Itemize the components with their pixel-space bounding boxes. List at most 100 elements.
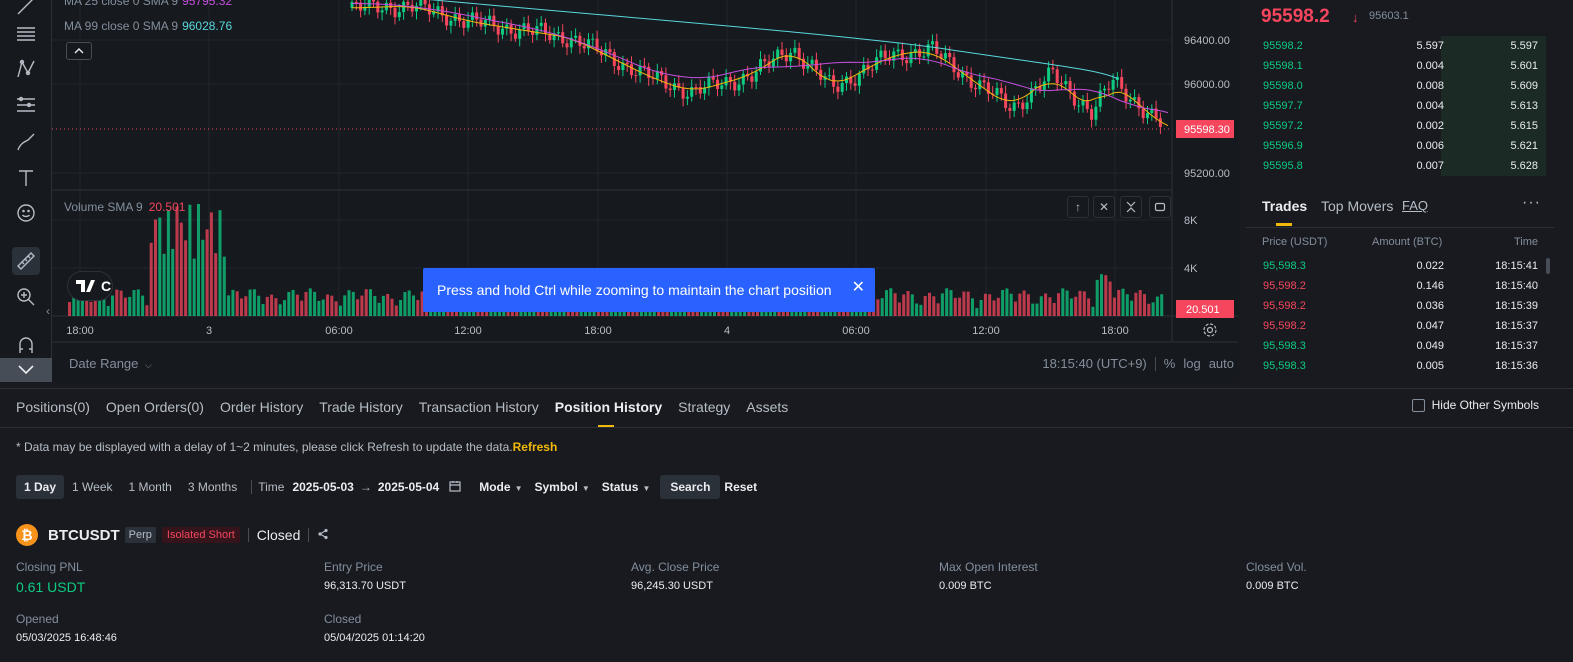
search-button[interactable]: Search [660,475,721,499]
candle-body [857,73,861,86]
more-dots-icon[interactable]: ··· [1522,194,1541,212]
tradingview-logo[interactable]: C [67,271,113,301]
bid-total: 5.621 [1510,140,1538,152]
price-tick: 96400.00 [1184,35,1230,47]
scroll-left-icon[interactable]: ‹ [46,304,50,318]
chart-settings-icon[interactable] [1202,322,1218,341]
bid-row[interactable]: 95597.2 0.002 5.615 [1246,116,1546,136]
candle-body [793,47,797,53]
auto-scale-button[interactable]: auto [1209,356,1234,371]
avg-close-price: Avg. Close Price 96,245.30 USDT [631,560,719,592]
brush-icon[interactable] [12,128,40,156]
tab-assets[interactable]: Assets [746,399,788,423]
status-dropdown[interactable]: Status ▼ [602,480,651,494]
candle-body [883,50,887,59]
candle-body [797,47,801,59]
pattern-icon[interactable] [12,55,40,83]
price-chart[interactable]: 96400.00 96000.00 95200.00 95598.30 8K 4K 20.5… [46,0,1238,382]
pane-collapse-button[interactable] [1120,196,1142,218]
col-amount: Amount (BTC) [1372,236,1443,248]
volume-bar [154,219,157,316]
pane-move-up-button[interactable]: ↑ [1067,196,1089,218]
bid-row[interactable]: 95595.8 0.007 5.628 [1246,156,1546,176]
trade-price: 95,598.3 [1263,260,1306,272]
candle-body [539,22,543,27]
tab-order-history[interactable]: Order History [220,399,303,423]
trades-scrollbar[interactable] [1546,258,1550,274]
checkbox[interactable] [1411,398,1425,412]
tab-faq[interactable]: FAQ [1402,198,1428,213]
drawing-toolbar [0,0,52,382]
volume-bar [192,258,196,316]
date-to[interactable]: 2025-05-04 [378,480,439,494]
time-tick: 12:00 [972,325,1000,337]
date-range-selector[interactable]: Date Range ⌵ [69,356,152,371]
period-1-week[interactable]: 1 Week [64,475,120,499]
volume-bar [141,295,145,316]
share-icon[interactable] [317,527,329,543]
volume-bar [308,288,312,316]
bid-total: 5.615 [1510,120,1538,132]
volume-bar [1117,289,1121,316]
volume-bar [1005,288,1009,316]
volume-bar [1082,291,1086,316]
position-symbol[interactable]: BTCUSDT [48,527,120,544]
calendar-icon[interactable] [449,480,461,495]
refresh-link[interactable]: Refresh [513,440,558,454]
hide-other-symbols-toggle[interactable]: Hide Other Symbols [1411,398,1539,412]
candle-body [943,53,947,59]
tab-strategy[interactable]: Strategy [678,399,730,423]
trade-price: 95,598.2 [1263,280,1306,292]
bid-row[interactable]: 95598.2 5.597 5.597 [1246,36,1546,56]
candle-body [836,86,840,92]
trend-line-icon[interactable] [12,0,40,20]
magnet-icon[interactable] [12,331,40,359]
symbol-dropdown[interactable]: Symbol ▼ [535,480,590,494]
log-scale-button[interactable]: log [1183,356,1200,371]
reset-button[interactable]: Reset [724,480,757,494]
trade-amount: 0.005 [1416,360,1444,372]
date-from[interactable]: 2025-05-03 [292,480,353,494]
legend-collapse-button[interactable] [66,42,92,60]
toolbar-collapse-button[interactable] [0,358,52,382]
mode-dropdown[interactable]: Mode ▼ [479,480,522,494]
tab-open-orders[interactable]: Open Orders(0) [106,399,204,423]
period-3-months[interactable]: 3 Months [180,475,245,499]
period-1-month[interactable]: 1 Month [121,475,180,499]
ruler-icon[interactable] [12,247,40,275]
volume-bar [274,298,278,316]
emoji-icon[interactable] [12,199,40,227]
mode-label: Mode [479,480,511,494]
horizontal-lines-icon[interactable] [12,20,40,48]
volume-bar [897,302,901,316]
chart-footer: 18:15:40 (UTC+9) % log auto [1042,356,1234,371]
volume-bar [209,212,213,316]
tab-top-movers[interactable]: Top Movers [1321,198,1393,214]
candle-body [741,73,745,85]
bid-row[interactable]: 95598.1 0.004 5.601 [1246,56,1546,76]
tab-position-history[interactable]: Position History [555,399,662,428]
text-icon[interactable] [12,164,40,192]
volume-bar [932,296,936,316]
bid-row[interactable]: 95598.0 0.008 5.609 [1246,76,1546,96]
tab-positions[interactable]: Positions(0) [16,399,90,423]
tab-trades[interactable]: Trades [1262,198,1307,214]
candle-body [535,26,539,35]
candle-body [1146,113,1149,119]
bid-row[interactable]: 95596.9 0.006 5.621 [1246,136,1546,156]
zoom-in-icon[interactable] [12,283,40,311]
volume-bar [1018,293,1022,316]
pane-close-button[interactable]: ✕ [1093,196,1115,218]
percent-scale-button[interactable]: % [1164,356,1176,371]
tab-transaction-history[interactable]: Transaction History [419,399,539,423]
tab-trade-history[interactable]: Trade History [319,399,403,423]
candlestick-chart[interactable]: 96400.00 96000.00 95200.00 95598.30 8K 4K 20.5… [52,0,1238,382]
volume-bar [166,210,170,316]
toast-close-icon[interactable]: ✕ [852,277,865,297]
bid-row[interactable]: 95597.7 0.004 5.613 [1246,96,1546,116]
period-1-day[interactable]: 1 Day [16,475,65,499]
pane-maximize-button[interactable] [1149,196,1171,218]
volume-bar [248,289,252,316]
fib-retracement-icon[interactable] [12,91,40,119]
candle-body [354,1,358,3]
